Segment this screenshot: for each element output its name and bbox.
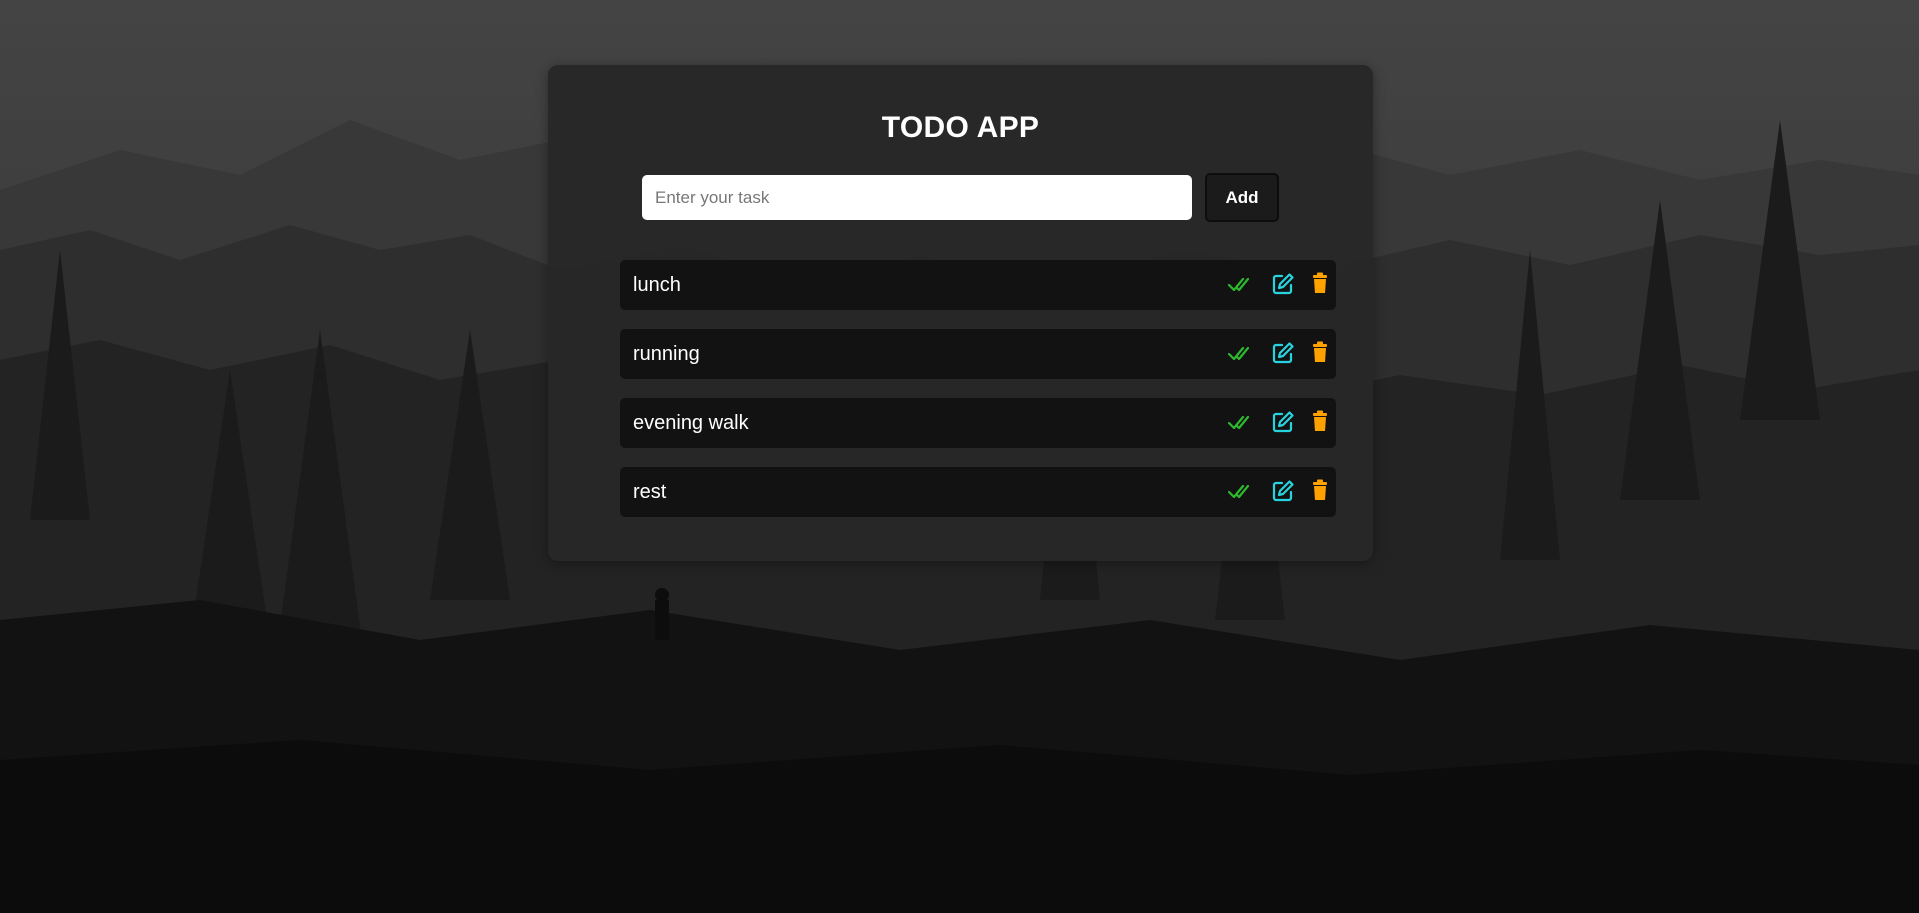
- edit-icon[interactable]: [1271, 410, 1295, 434]
- edit-icon[interactable]: [1271, 479, 1295, 503]
- app-title: TODO APP: [881, 111, 1040, 144]
- double-check-icon[interactable]: [1228, 411, 1254, 433]
- trash-icon[interactable]: [1312, 479, 1328, 501]
- task-list: lunch running evening walk rest: [620, 260, 1336, 536]
- task-item: lunch: [620, 260, 1336, 310]
- task-item: running: [620, 329, 1336, 379]
- trash-icon[interactable]: [1312, 410, 1328, 432]
- trash-icon[interactable]: [1312, 272, 1328, 294]
- task-item: rest: [620, 467, 1336, 517]
- task-text: running: [633, 343, 700, 365]
- double-check-icon[interactable]: [1228, 480, 1254, 502]
- task-item: evening walk: [620, 398, 1336, 448]
- task-text: rest: [633, 481, 667, 503]
- add-button[interactable]: Add: [1205, 173, 1279, 222]
- trash-icon[interactable]: [1312, 341, 1328, 363]
- edit-icon[interactable]: [1271, 272, 1295, 296]
- double-check-icon[interactable]: [1228, 342, 1254, 364]
- task-input[interactable]: [642, 175, 1192, 220]
- edit-icon[interactable]: [1271, 341, 1295, 365]
- task-text: evening walk: [633, 412, 749, 434]
- todo-card: TODO APP Add lunch running: [548, 65, 1373, 561]
- task-text: lunch: [633, 274, 681, 296]
- double-check-icon[interactable]: [1228, 273, 1254, 295]
